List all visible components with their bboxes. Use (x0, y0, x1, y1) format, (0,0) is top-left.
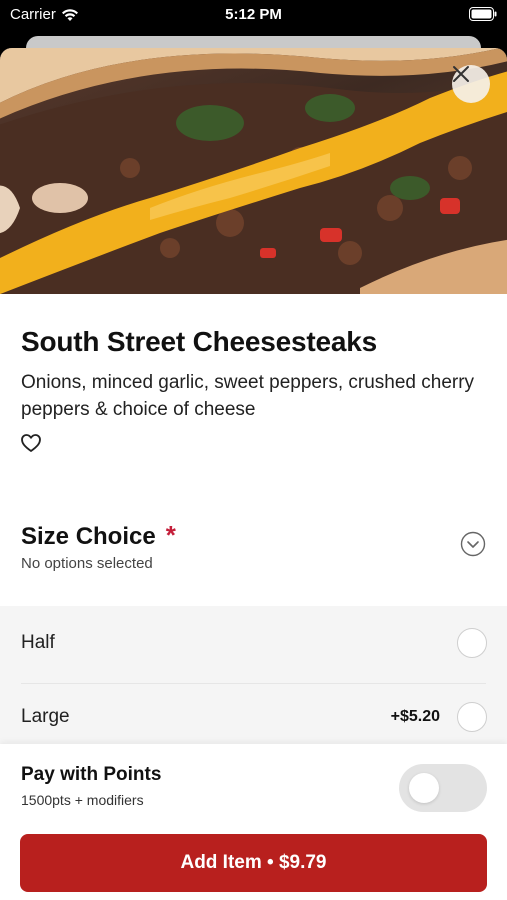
radio-button-half[interactable] (457, 628, 487, 658)
option-label: Large (21, 706, 70, 727)
option-label: Half (21, 632, 55, 653)
cheesesteak-image (0, 48, 507, 294)
close-icon (453, 66, 469, 82)
pay-with-points-subtitle: 1500pts + modifiers (21, 792, 144, 808)
size-choice-label: Size Choice (21, 523, 156, 550)
status-time: 5:12 PM (225, 6, 282, 23)
option-price: +$5.20 (390, 708, 440, 725)
checkout-bar: Pay with Points 1500pts + modifiers Add … (0, 744, 507, 900)
product-description: Onions, minced garlic, sweet peppers, cr… (21, 372, 475, 420)
chevron-down-circle-icon[interactable] (460, 531, 486, 557)
size-choice-heading: Size Choice * (21, 520, 176, 551)
radio-button-large[interactable] (457, 702, 487, 732)
battery-icon (469, 7, 497, 21)
required-marker: * (165, 520, 176, 550)
size-options-list: Half Large +$5.20 (0, 606, 507, 744)
product-image (0, 48, 507, 294)
pay-with-points-toggle[interactable] (399, 764, 487, 812)
divider (21, 683, 486, 684)
product-title: South Street Cheesesteaks (21, 326, 378, 357)
add-item-button[interactable]: Add Item • $9.79 (20, 834, 487, 892)
size-option-large[interactable]: Large +$5.20 (0, 688, 507, 748)
item-detail-sheet: South Street Cheesesteaks Onions, minced… (0, 48, 507, 900)
pay-with-points-title: Pay with Points (21, 764, 162, 785)
size-option-half[interactable]: Half (0, 614, 507, 684)
close-button[interactable] (452, 65, 490, 103)
toggle-knob (409, 773, 439, 803)
heart-outline-icon[interactable] (20, 432, 42, 454)
add-item-label: Add Item • $9.79 (180, 852, 327, 873)
size-choice-status: No options selected (21, 555, 153, 572)
status-bar: Carrier 5:12 PM (0, 0, 507, 30)
